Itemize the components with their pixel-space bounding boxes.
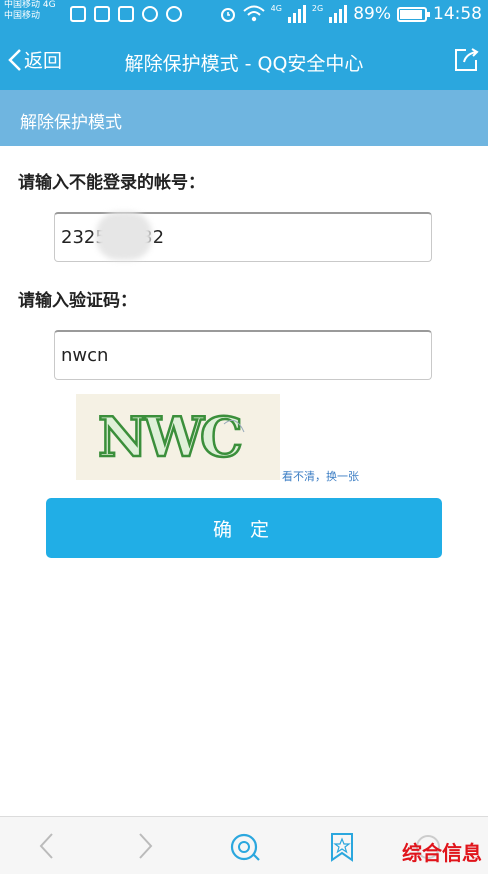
refresh-captcha-link[interactable]: 看不清，换一张 xyxy=(282,468,359,484)
battery-icon xyxy=(397,6,430,22)
security-icon xyxy=(142,6,158,22)
browser-logo-icon xyxy=(230,833,260,861)
notification-icons xyxy=(70,6,182,22)
captcha-image-text: NWC xyxy=(98,405,241,469)
network-type-1: 4G xyxy=(270,4,282,13)
section-header: 解除保护模式 xyxy=(0,90,488,146)
signal-icon-1 xyxy=(287,5,306,23)
confirm-button[interactable]: 确 定 xyxy=(46,498,442,558)
browser-toolbar: 综合信息 xyxy=(0,816,488,874)
image-icon xyxy=(70,6,86,22)
captcha-label: 请输入验证码： xyxy=(18,291,137,311)
alarm-icon xyxy=(220,8,235,22)
battery-percent: 89% xyxy=(353,4,391,24)
captcha-graphic: NWC xyxy=(97,404,247,471)
qq-browser-button[interactable] xyxy=(226,831,262,867)
redacted-mask xyxy=(96,212,152,260)
page-title: 解除保护模式 - QQ安全中心 xyxy=(124,53,364,75)
wifi-icon xyxy=(242,5,265,22)
network-type-2: 2G xyxy=(311,4,324,13)
share-icon xyxy=(455,48,479,71)
nav-forward-button[interactable] xyxy=(134,831,156,865)
bookmark-button[interactable] xyxy=(328,831,356,867)
signal-icon-2 xyxy=(329,5,348,23)
carrier-line-2: 中国移动 xyxy=(4,11,41,21)
watermark: 综合信息 xyxy=(402,841,482,865)
captcha-image[interactable]: NWC xyxy=(76,394,280,480)
arrow-left-icon xyxy=(39,833,53,859)
bookmark-star-icon xyxy=(331,833,353,862)
clock: 14:58 xyxy=(433,4,482,24)
carrier-info: 中国移动 4G 中国移动 xyxy=(4,0,56,22)
shield-icon xyxy=(166,6,182,22)
keyboard-icon xyxy=(94,6,110,22)
arrow-right-icon xyxy=(139,833,153,859)
carrier-line-1: 中国移动 4G xyxy=(4,0,56,10)
share-button[interactable] xyxy=(452,46,480,78)
nav-back-button[interactable] xyxy=(36,831,58,865)
app-notification-icon xyxy=(118,6,134,22)
account-label: 请输入不能登录的帐号： xyxy=(18,173,205,193)
status-bar: 中国移动 4G 中国移动 4G 2G 89% 14:58 xyxy=(0,0,488,32)
captcha-input[interactable] xyxy=(54,330,432,380)
status-right: 4G 2G 89% 14:58 xyxy=(219,4,482,24)
title-bar: 返回 解除保护模式 - QQ安全中心 xyxy=(0,32,488,90)
